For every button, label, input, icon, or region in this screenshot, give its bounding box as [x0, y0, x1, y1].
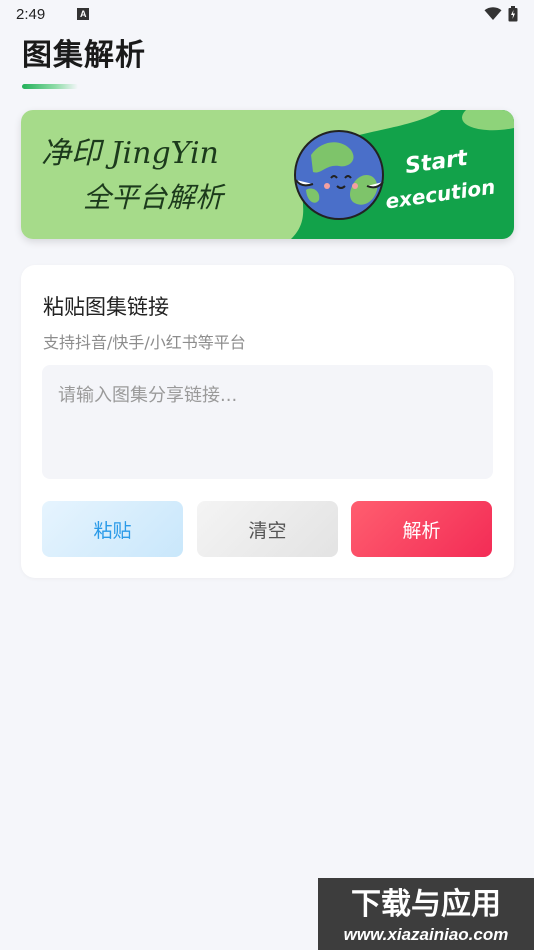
banner-subtitle: 全平台解析 [83, 181, 224, 214]
banner[interactable]: 净印 JingYin 全平台解析 Start execution [21, 110, 514, 239]
status-bar: 2:49 A [0, 0, 534, 28]
banner-title: 净印 JingYin [41, 136, 219, 171]
status-time: 2:49 [16, 5, 46, 23]
wifi-icon [484, 7, 502, 21]
watermark-title: 下载与应用 [351, 887, 501, 922]
link-input[interactable] [42, 365, 493, 479]
globe-mascot-icon [294, 130, 384, 220]
card-subtitle: 支持抖音/快手/小红书等平台 [43, 333, 246, 352]
paste-button[interactable]: 粘贴 [42, 501, 183, 557]
link-input-card: 粘贴图集链接 支持抖音/快手/小红书等平台 粘贴 清空 解析 [21, 265, 514, 578]
watermark-graphic: 下载与应用 www.xiazainiao.com [318, 878, 534, 950]
card-title: 粘贴图集链接 [43, 295, 169, 319]
page-title: 图集解析 [22, 38, 146, 73]
battery-icon [508, 6, 518, 22]
watermark: 下载与应用 www.xiazainiao.com [318, 878, 534, 950]
title-underline [22, 84, 78, 89]
watermark-url: www.xiazainiao.com [344, 925, 509, 944]
notification-a-icon: A [77, 8, 90, 20]
parse-button[interactable]: 解析 [351, 501, 492, 557]
status-right [484, 6, 518, 22]
status-left: 2:49 A [16, 5, 90, 23]
clear-button[interactable]: 清空 [197, 501, 338, 557]
